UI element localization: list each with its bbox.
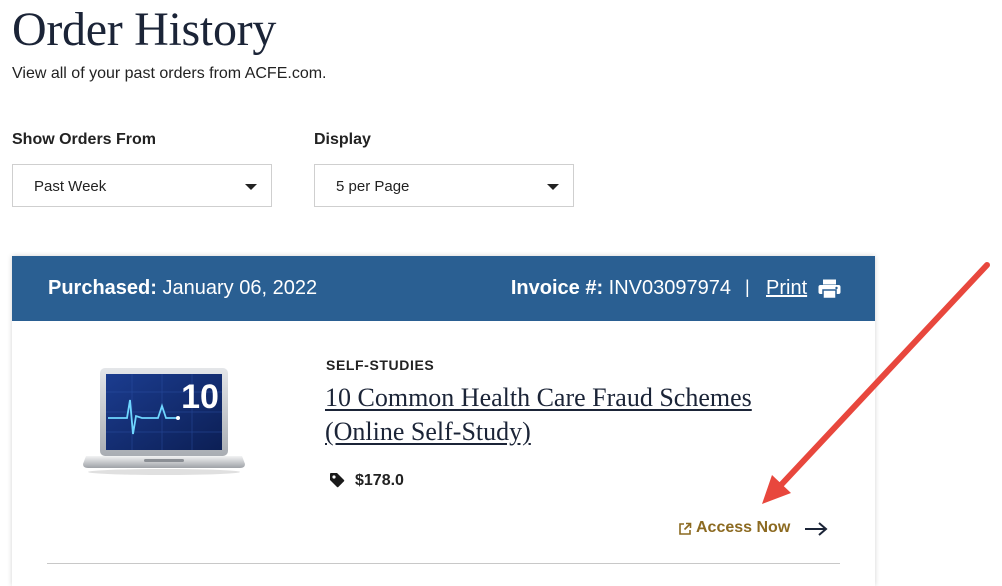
chevron-down-icon [547, 184, 559, 190]
printer-icon[interactable] [818, 279, 841, 299]
tag-icon [330, 473, 345, 488]
invoice-label: Invoice #: [510, 277, 604, 299]
display-select[interactable]: 5 per Page [314, 164, 574, 207]
order-header: Purchased: January 06, 2022 Invoice #: I… [12, 256, 875, 321]
invoice-info: Invoice #: INV03097974 [511, 277, 731, 300]
item-divider [47, 563, 840, 564]
order-card: Purchased: January 06, 2022 Invoice #: I… [12, 256, 875, 586]
external-link-icon [679, 522, 692, 535]
thumbnail-badge-text: 10 [181, 378, 219, 416]
show-orders-from-value: Past Week [34, 178, 107, 195]
display-value: 5 per Page [336, 178, 410, 195]
page-title: Order History [12, 3, 277, 56]
product-thumbnail[interactable]: 10 [82, 366, 247, 476]
item-category: SELF-STUDIES [326, 357, 435, 373]
header-separator: | [745, 277, 750, 297]
purchased-info: Purchased: January 06, 2022 [48, 277, 317, 300]
show-orders-from-label: Show Orders From [12, 131, 157, 148]
invoice-number: INV03097974 [608, 277, 731, 299]
arrow-right-icon [805, 522, 828, 536]
item-price: $178.0 [355, 472, 404, 489]
purchased-date: January 06, 2022 [162, 277, 318, 299]
display-label: Display [314, 131, 371, 148]
chevron-down-icon [245, 184, 257, 190]
access-now-label: Access Now [696, 519, 791, 536]
product-title-link[interactable]: 10 Common Health Care Fraud Schemes (Onl… [325, 381, 785, 449]
page-subtitle: View all of your past orders from ACFE.c… [12, 65, 327, 82]
print-link[interactable]: Print [766, 277, 807, 300]
show-orders-from-select[interactable]: Past Week [12, 164, 272, 207]
purchased-label: Purchased: [48, 277, 157, 299]
